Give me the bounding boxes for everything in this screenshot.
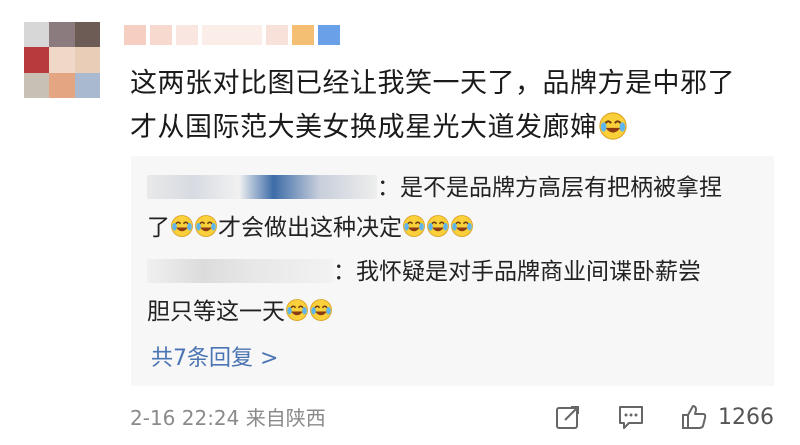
reply-text-mid: 才会做出这种决定	[218, 215, 402, 241]
comment-text-line1: 这两张对比图已经让我笑一天了，品牌方是中邪了	[130, 68, 735, 99]
username-blurred[interactable]	[124, 22, 340, 48]
reply-text-line1: ：是不是品牌方高层有把柄被拿捏	[377, 175, 722, 201]
reply-item[interactable]: ：我怀疑是对手品牌商业间谍卧薪尝 胆只等这一天	[147, 252, 757, 332]
laugh-cry-emoji-icon	[450, 214, 474, 238]
reply-username-blurred[interactable]	[147, 175, 377, 199]
laugh-cry-emoji-icon	[309, 298, 333, 322]
like-button[interactable]: 1266	[680, 400, 774, 434]
reply-username-blurred[interactable]	[147, 259, 333, 283]
laugh-cry-emoji-icon	[402, 214, 426, 238]
comment-meta: 2-16 22:24 来自陕西	[130, 406, 326, 430]
comment-button[interactable]	[617, 400, 645, 434]
comment-icon	[619, 406, 643, 429]
view-replies-link[interactable]: 共7条回复 >	[151, 340, 278, 372]
laugh-cry-emoji-icon	[285, 298, 309, 322]
comment-text: 这两张对比图已经让我笑一天了，品牌方是中邪了 才从国际范大美女换成星光大道发廊婶	[130, 62, 780, 150]
comment-text-line2: 才从国际范大美女换成星光大道发廊婶	[130, 112, 598, 143]
like-count: 1266	[718, 404, 774, 430]
share-button[interactable]	[554, 400, 582, 434]
share-icon	[556, 406, 579, 429]
laugh-cry-emoji-icon	[194, 214, 218, 238]
thumbs-up-icon	[682, 405, 707, 429]
laugh-cry-emoji-icon	[598, 111, 628, 141]
avatar[interactable]	[24, 22, 100, 98]
reply-text-line2: 胆只等这一天	[147, 299, 285, 325]
reply-text-line1: ：我怀疑是对手品牌商业间谍卧薪尝	[333, 259, 701, 285]
replies-box: ：是不是品牌方高层有把柄被拿捏 了 才会做出这种决定 ：我怀疑是对手品牌商业间谍卧…	[131, 156, 774, 386]
reply-text-pre: 了	[147, 215, 170, 241]
reply-item[interactable]: ：是不是品牌方高层有把柄被拿捏 了 才会做出这种决定	[147, 168, 757, 248]
laugh-cry-emoji-icon	[426, 214, 450, 238]
laugh-cry-emoji-icon	[170, 214, 194, 238]
